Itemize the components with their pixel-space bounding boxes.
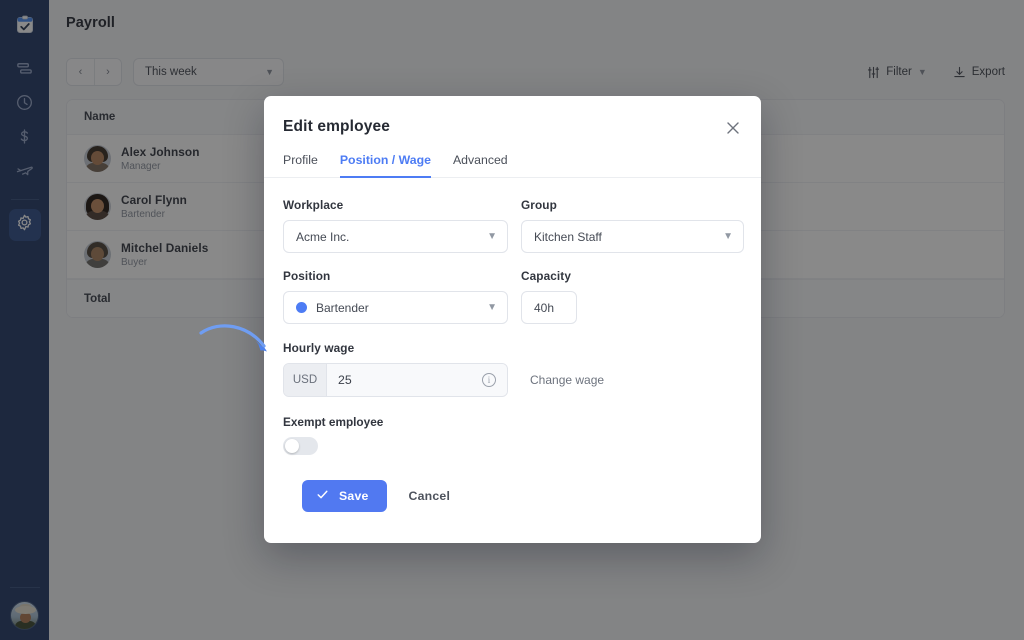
workplace-value: Acme Inc. (296, 230, 487, 244)
tab-profile[interactable]: Profile (283, 153, 318, 178)
workplace-select[interactable]: Acme Inc. ▼ (283, 220, 508, 253)
dialog-body: Workplace Acme Inc. ▼ Group Kitchen Staf… (264, 178, 761, 512)
workplace-label: Workplace (283, 198, 508, 212)
position-field: Position Bartender ▼ (283, 269, 508, 324)
screen: Payroll ‹ › This week ▼ (0, 0, 1024, 640)
info-icon[interactable]: i (482, 373, 496, 387)
exempt-toggle[interactable] (283, 437, 318, 455)
group-label: Group (521, 198, 744, 212)
position-color-dot (296, 302, 307, 313)
chevron-down-icon: ▼ (723, 231, 733, 242)
group-value: Kitchen Staff (534, 230, 723, 244)
wage-label: Hourly wage (283, 341, 742, 355)
wage-input[interactable]: 25 i (327, 364, 507, 396)
check-icon (316, 488, 329, 504)
capacity-label: Capacity (521, 269, 577, 283)
chevron-down-icon: ▼ (487, 231, 497, 242)
capacity-value: 40h (534, 301, 566, 315)
capacity-input[interactable]: 40h (521, 291, 577, 324)
wage-input-group[interactable]: USD 25 i (283, 363, 508, 397)
field-row-1: Workplace Acme Inc. ▼ Group Kitchen Staf… (283, 198, 742, 253)
group-field: Group Kitchen Staff ▼ (521, 198, 744, 253)
wage-value: 25 (338, 373, 352, 387)
tab-position-wage[interactable]: Position / Wage (340, 153, 431, 178)
wage-row: USD 25 i Change wage (283, 363, 742, 397)
dialog-footer: Save Cancel (283, 455, 742, 512)
exempt-label: Exempt employee (283, 415, 742, 429)
workplace-field: Workplace Acme Inc. ▼ (283, 198, 508, 253)
toggle-knob (285, 439, 299, 453)
save-button[interactable]: Save (302, 480, 387, 512)
field-row-2: Position Bartender ▼ Capacity 40h (283, 269, 742, 324)
close-icon[interactable] (723, 118, 743, 138)
position-select[interactable]: Bartender ▼ (283, 291, 508, 324)
dialog-title: Edit employee (283, 118, 737, 136)
wage-field: Hourly wage USD 25 i Change wage (283, 341, 742, 397)
dialog-header: Edit employee (264, 96, 761, 136)
save-label: Save (339, 489, 369, 503)
chevron-down-icon: ▼ (487, 302, 497, 313)
capacity-field: Capacity 40h (521, 269, 577, 324)
cancel-button[interactable]: Cancel (397, 489, 463, 503)
wage-currency: USD (284, 364, 327, 396)
position-value: Bartender (316, 301, 369, 315)
dialog-tabs: Profile Position / Wage Advanced (264, 136, 761, 178)
tab-advanced[interactable]: Advanced (453, 153, 508, 178)
edit-employee-dialog: Edit employee Profile Position / Wage Ad… (264, 96, 761, 543)
position-label: Position (283, 269, 508, 283)
group-select[interactable]: Kitchen Staff ▼ (521, 220, 744, 253)
change-wage-link[interactable]: Change wage (530, 373, 604, 387)
